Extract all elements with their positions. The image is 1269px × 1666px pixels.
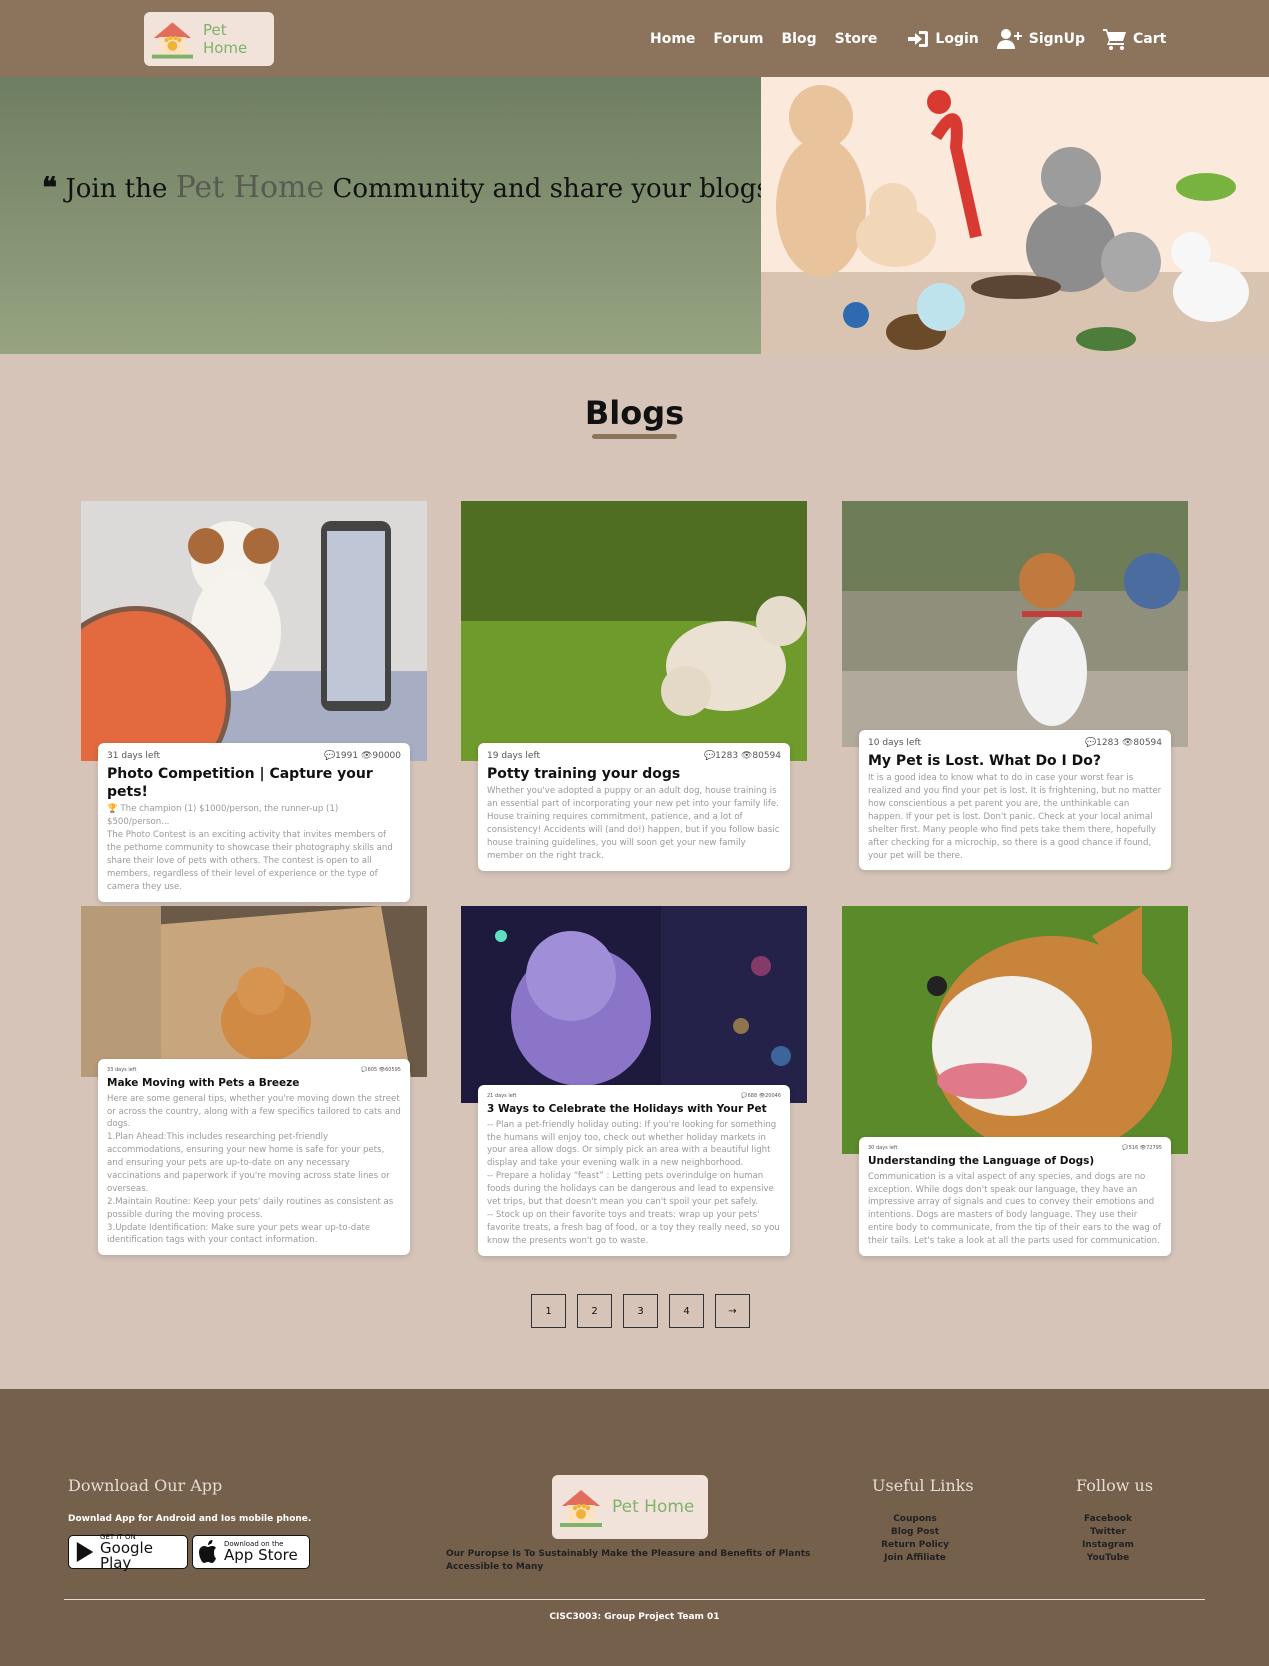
hero-quote: ❝ Join the Pet Home Community and share … [42,170,793,205]
link-youtube[interactable]: YouTube [1058,1552,1158,1565]
house-paw-icon [560,1490,602,1527]
blog-card-body: 33 days left 💬605 👁60595 Make Moving with… [98,1059,410,1256]
link-return-policy[interactable]: Return Policy [865,1539,965,1552]
days-left: 30 days left [868,1145,898,1151]
nav-forum[interactable]: Forum [713,31,763,47]
app-text: Downlad App for Android and Ios mobile p… [68,1514,312,1524]
useful-links-heading: Useful Links [872,1476,974,1495]
pets-illustration [761,77,1269,354]
blog-excerpt: Communication is a vital aspect of any s… [868,1171,1161,1247]
days-left: 19 days left [487,751,540,761]
blog-excerpt: Here are some general tips, whether you'… [107,1093,401,1246]
quote-open-icon: ❝ [42,171,58,204]
blog-card-body: 31 days left 💬1991 👁90000 Photo Competiti… [98,743,410,902]
nav-cart-label: Cart [1133,30,1167,47]
page-4-button[interactable]: 4 [669,1294,704,1328]
app-store-button[interactable]: Download on the App Store [192,1535,310,1569]
link-join-affiliate[interactable]: Join Affiliate [865,1552,965,1565]
apple-big: App Store [224,1546,298,1564]
link-twitter[interactable]: Twitter [1058,1526,1158,1539]
footer-logo[interactable]: Pet Home [552,1475,708,1539]
card-stats: 💬688 👁20046 [741,1093,781,1099]
social-links: Facebook Twitter Instagram YouTube [1058,1513,1158,1565]
card-stats: 💬1991 👁90000 [323,751,401,761]
house-paw-icon [151,22,193,59]
blog-image [842,501,1188,747]
site-logo[interactable]: Pet Home [144,12,274,66]
cart-icon [1103,28,1126,50]
google-play-button[interactable]: GET IT ON Google Play [68,1533,188,1572]
hero-banner: ❝ Join the Pet Home Community and share … [0,77,793,354]
nav-login[interactable]: Login [907,29,979,49]
card-stats: 💬1283 👁80594 [703,751,781,761]
nav-blog[interactable]: Blog [782,31,817,47]
page-2-button[interactable]: 2 [577,1294,612,1328]
page-3-button[interactable]: 3 [623,1294,658,1328]
useful-links: Coupons Blog Post Return Policy Join Aff… [865,1513,965,1565]
apple-icon [199,1540,216,1563]
blog-image [842,906,1188,1154]
hero-text-before: Join the [65,174,168,204]
hero-text-accent: Pet Home [175,170,325,205]
blog-excerpt: Whether you've adopted a puppy or an adu… [487,786,780,861]
nav-login-label: Login [935,30,979,47]
card-stats: 💬516 👁72795 [1122,1145,1162,1151]
hero-text-after: Community and share your blogs [332,174,770,204]
nav-signup-label: SignUp [1028,30,1085,47]
nav-store[interactable]: Store [835,31,878,47]
google-play-icon [76,1541,94,1563]
main-nav: Home Forum Blog Store Login SignUp Cart [650,0,1166,77]
days-left: 10 days left [868,738,921,748]
blog-card-body: 10 days left 💬1283 👁80594 My Pet is Lost.… [859,730,1171,871]
purpose-text: Our Puropse Is To Sustainably Make the P… [446,1549,811,1572]
blog-excerpt: 🏆 The champion (1) $1000/person, the run… [107,804,393,892]
blog-title[interactable]: Understanding the Language of Dogs) [868,1155,1162,1169]
nav-home[interactable]: Home [650,31,695,47]
add-user-icon [996,28,1022,49]
follow-heading: Follow us [1076,1476,1154,1495]
site-header: Pet Home Home Forum Blog Store Login Sig… [0,0,1269,77]
blog-card-body: 21 days left 💬688 👁20046 3 Ways to Celebr… [478,1085,790,1256]
link-coupons[interactable]: Coupons [865,1513,965,1526]
link-blog-post[interactable]: Blog Post [865,1526,965,1539]
blog-excerpt: -- Plan a pet-friendly holiday outing: I… [487,1119,780,1246]
page-1-button[interactable]: 1 [531,1294,566,1328]
nav-signup[interactable]: SignUp [996,28,1085,50]
google-big: Google Play [100,1538,153,1572]
blog-excerpt: It is a good idea to know what to do in … [868,773,1162,861]
logo-text: Pet Home [612,1497,695,1517]
login-icon [908,30,929,47]
card-stats: 💬605 👁60595 [361,1067,401,1073]
blog-image [81,501,427,761]
app-heading: Download Our App [68,1476,223,1495]
title-underline [592,434,677,439]
blog-image [81,906,427,1077]
blog-card-body: 19 days left 💬1283 👁80594 Potty training … [478,743,790,871]
blogs-title: Blogs [584,394,685,432]
footer-divider [64,1599,1205,1600]
next-page-button[interactable]: → [715,1294,750,1328]
nav-cart[interactable]: Cart [1103,28,1166,50]
copyright: CISC3003: Group Project Team 01 [549,1612,720,1622]
blog-card-body: 30 days left 💬516 👁72795 Understanding th… [859,1137,1171,1256]
blog-title[interactable]: Photo Competition | Capture your pets! [107,765,401,801]
link-instagram[interactable]: Instagram [1058,1539,1158,1552]
card-stats: 💬1283 👁80594 [1084,738,1162,748]
pagination: 1 2 3 4 → [531,1294,750,1328]
link-facebook[interactable]: Facebook [1058,1513,1158,1526]
blog-image [461,501,807,761]
days-left: 33 days left [107,1067,137,1073]
blog-title[interactable]: Make Moving with Pets a Breeze [107,1077,401,1091]
blog-image [461,906,807,1103]
hero-pets-illustration [761,77,1269,354]
days-left: 21 days left [487,1093,517,1099]
blog-title[interactable]: 3 Ways to Celebrate the Holidays with Yo… [487,1103,781,1117]
days-left: 31 days left [107,751,160,761]
blog-title[interactable]: My Pet is Lost. What Do I Do? [868,752,1162,770]
blog-title[interactable]: Potty training your dogs [487,765,781,783]
logo-text: Pet Home [202,21,248,57]
